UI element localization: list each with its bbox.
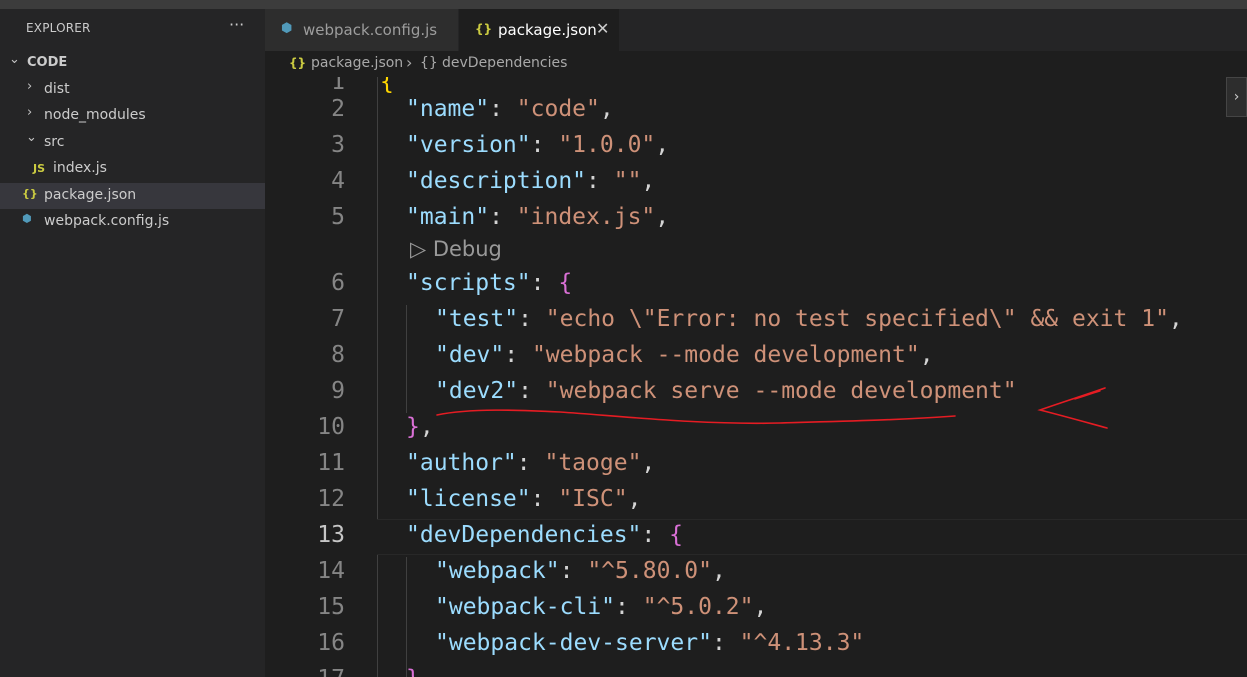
underline-annotation [436, 409, 956, 425]
arrow-annotation-stroke [1074, 390, 1101, 400]
red-annotation [436, 387, 1108, 429]
arrow-annotation [1037, 387, 1108, 429]
